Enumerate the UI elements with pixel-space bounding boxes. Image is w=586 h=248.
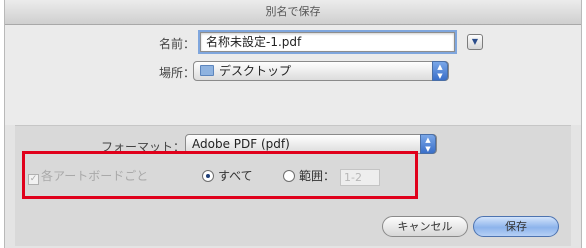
save-as-dialog: 別名で保存 名前： 名称未設定-1.pdf ▼ 場所： デスクトップ ▲ ▼ フォ… — [4, 0, 582, 248]
disclosure-triangle-icon[interactable]: ▼ — [467, 34, 483, 50]
dialog-title: 別名で保存 — [5, 0, 581, 25]
highlight-box — [22, 151, 418, 199]
location-value: デスクトップ — [219, 64, 292, 78]
location-popup[interactable]: デスクトップ ▲ ▼ — [193, 61, 449, 81]
folder-icon — [200, 65, 214, 76]
cancel-button[interactable]: キャンセル — [382, 216, 468, 237]
save-button[interactable]: 保存 — [473, 216, 559, 237]
name-label: 名前： — [158, 37, 195, 51]
updown-arrows-icon: ▲ ▼ — [432, 61, 448, 81]
format-value: Adobe PDF (pdf) — [192, 137, 290, 151]
file-section: 名前： 名称未設定-1.pdf ▼ 場所： デスクトップ ▲ ▼ — [5, 25, 581, 125]
filename-input[interactable]: 名称未設定-1.pdf — [200, 32, 455, 52]
location-label: 場所： — [158, 66, 195, 80]
updown-arrows-icon: ▲ ▼ — [420, 134, 436, 154]
